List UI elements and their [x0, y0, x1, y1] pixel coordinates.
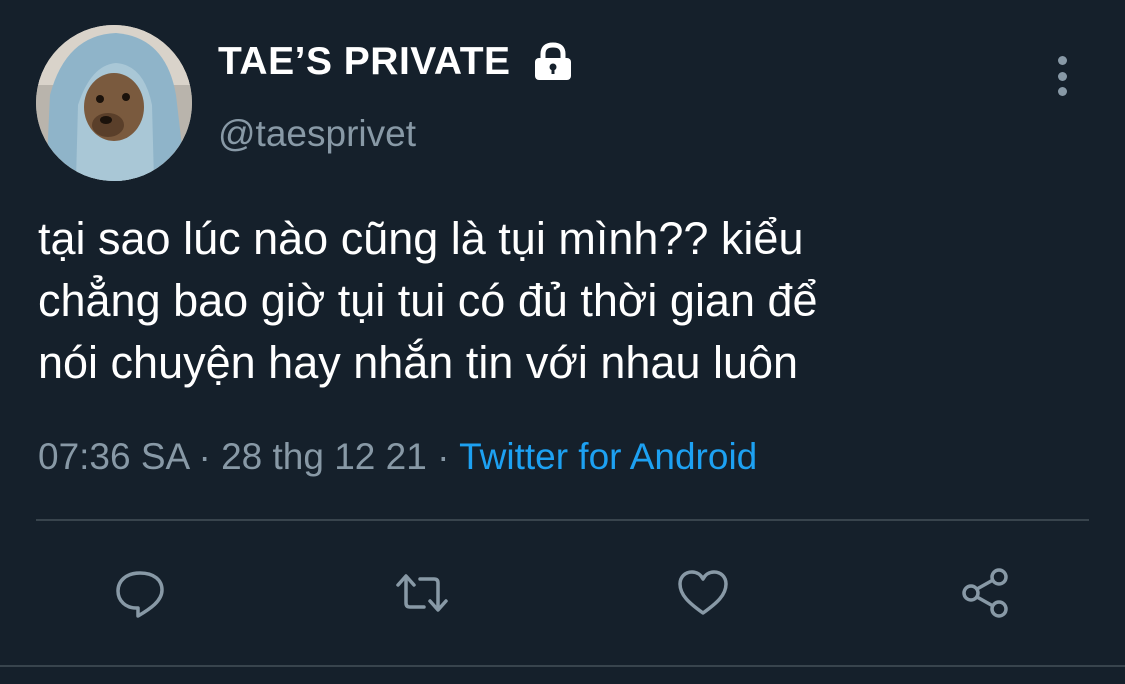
dot — [1057, 56, 1067, 65]
tweet-date: 28 thg 12 21 — [221, 436, 427, 477]
share-button[interactable] — [955, 563, 1015, 623]
tweet-source-link[interactable]: Twitter for Android — [459, 436, 757, 477]
tweet-line: tại sao lúc nào cũng là tụi mình?? kiểu — [38, 213, 804, 264]
divider — [36, 519, 1089, 521]
like-button[interactable] — [673, 563, 733, 623]
lock-icon — [531, 40, 575, 84]
reply-icon — [116, 571, 164, 618]
display-name: TAE’S PRIVATE — [218, 40, 511, 83]
tweet-time: 07:36 SA — [38, 436, 189, 477]
retweet-button[interactable] — [392, 563, 452, 623]
reply-button[interactable] — [110, 563, 170, 623]
tweet-meta: 07:36 SA · 28 thg 12 21 · Twitter for An… — [38, 436, 757, 478]
display-name-row[interactable]: TAE’S PRIVATE — [218, 40, 575, 84]
tweet-line: chẳng bao giờ tụi tui có đủ thời gian để — [38, 275, 818, 326]
heart-icon — [678, 570, 728, 615]
meta-separator: · — [198, 436, 211, 477]
tweet-line: nói chuyện hay nhắn tin với nhau luôn — [38, 337, 799, 388]
user-handle[interactable]: @taesprivet — [218, 113, 416, 155]
divider — [0, 665, 1125, 667]
more-vertical-icon[interactable] — [1050, 56, 1074, 96]
dot — [1057, 71, 1067, 81]
meta-separator: · — [437, 436, 450, 477]
retweet-icon — [396, 574, 448, 612]
share-icon — [962, 568, 1008, 618]
dot — [1057, 87, 1067, 96]
tweet-text: tại sao lúc nào cũng là tụi mình?? kiểu … — [38, 208, 1098, 394]
avatar[interactable] — [36, 25, 192, 181]
